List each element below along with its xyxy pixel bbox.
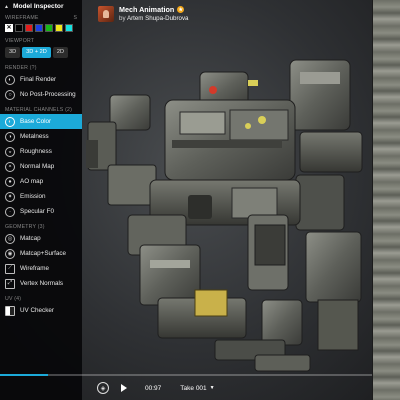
final-render-icon: ◐ — [5, 74, 15, 85]
inspector-title: Model Inspector — [12, 3, 64, 10]
animation-controls: ◈ 00:97 Take 001 ▼ — [82, 376, 372, 400]
mode-final-render[interactable]: ◐ Final Render — [0, 72, 82, 87]
author-avatar[interactable] — [98, 5, 114, 22]
byline-prefix: by — [119, 15, 126, 22]
uv-checker-icon — [5, 305, 15, 316]
ao-map-icon: ● — [5, 176, 15, 187]
mode-label: Roughness — [20, 148, 52, 155]
swatch-blue[interactable] — [35, 23, 43, 32]
wireframe-row: WIREFRAME S — [0, 13, 82, 22]
matcap-surface-icon: ◉ — [5, 248, 15, 259]
swatch-black[interactable] — [15, 23, 23, 32]
mode-label: Metalness — [20, 133, 49, 140]
render-label: RENDER (?) — [5, 64, 37, 71]
mode-ao-map[interactable]: ● AO map — [0, 174, 82, 189]
wireframe-label: WIREFRAME — [5, 14, 39, 21]
animation-time: 00:97 — [145, 384, 162, 392]
wireframe-color-swatches: ✕ — [0, 22, 82, 33]
swatch-red[interactable] — [25, 23, 33, 32]
collapse-caret-icon[interactable]: ▲ — [4, 4, 9, 10]
viewport-label: VIEWPORT — [5, 37, 35, 44]
swatch-cyan[interactable] — [65, 23, 73, 32]
material-channels-label: MATERIAL CHANNELS (2) — [5, 106, 73, 113]
take-selector[interactable]: Take 001 ▼ — [180, 385, 214, 392]
mode-matcap[interactable]: ◎ Matcap — [0, 231, 82, 246]
mode-label: Matcap — [20, 235, 41, 242]
mode-label: AO map — [20, 178, 44, 185]
metalness-icon: ◑ — [5, 131, 15, 142]
mode-wireframe[interactable]: ⟋ Wireframe — [0, 261, 82, 276]
wireframe-count: S — [73, 14, 77, 21]
viewport-3d-button[interactable]: 3D — [5, 46, 21, 58]
mode-specular-f0[interactable]: · Specular F0 — [0, 204, 82, 219]
mode-uv-checker[interactable]: UV Checker — [0, 303, 82, 318]
normal-map-icon: ◓ — [5, 161, 15, 172]
mode-roughness[interactable]: ◒ Roughness — [0, 144, 82, 159]
mode-label: No Post-Processing — [20, 91, 76, 98]
chevron-down-icon: ▼ — [209, 385, 215, 391]
play-icon[interactable] — [121, 384, 127, 392]
mode-label: Wireframe — [20, 265, 50, 272]
take-label: Take 001 — [180, 384, 207, 392]
uv-label: UV (4) — [5, 295, 22, 302]
mode-label: Emission — [20, 193, 46, 200]
pro-badge-icon: ★ — [177, 6, 185, 13]
mode-metalness[interactable]: ◑ Metalness — [0, 129, 82, 144]
vertex-normals-icon: ⤢ — [5, 278, 15, 289]
viewport-3d-2d-button[interactable]: 3D + 2D — [22, 46, 51, 58]
mode-label: UV Checker — [20, 307, 54, 314]
timeline-progress — [0, 374, 49, 376]
specular-icon: · — [5, 206, 15, 217]
model-byline: by Artem Shupa-Dubrova — [119, 15, 189, 22]
model-header: Mech Animation ★ by Artem Shupa-Dubrova — [98, 5, 189, 22]
model-title[interactable]: Mech Animation — [119, 5, 174, 14]
mode-label: Specular F0 — [20, 208, 54, 215]
mode-no-post-processing[interactable]: ○ No Post-Processing — [0, 87, 82, 102]
inspector-header[interactable]: ▲ Model Inspector — [0, 0, 82, 13]
base-color-icon: ◐ — [5, 116, 15, 127]
model-inspector-panel: ▲ Model Inspector WIREFRAME S ✕ VIEWPORT… — [0, 0, 82, 400]
swatch-yellow[interactable] — [55, 23, 63, 32]
wireframe-icon: ⟋ — [5, 263, 15, 274]
no-post-processing-icon: ○ — [5, 89, 15, 100]
geometry-label: GEOMETRY (3) — [5, 223, 45, 230]
viewport-toggle: 3D 3D + 2D 2D — [0, 45, 82, 59]
mode-matcap-surface[interactable]: ◉ Matcap+Surface — [0, 246, 82, 261]
swatch-green[interactable] — [45, 23, 53, 32]
author-link[interactable]: Artem Shupa-Dubrova — [127, 15, 189, 22]
mode-base-color[interactable]: ◐ Base Color — [0, 114, 82, 129]
mode-label: Normal Map — [20, 163, 55, 170]
mode-label: Matcap+Surface — [20, 250, 67, 257]
mode-vertex-normals[interactable]: ⤢ Vertex Normals — [0, 276, 82, 291]
mode-normal-map[interactable]: ◓ Normal Map — [0, 159, 82, 174]
mode-emission[interactable]: ✦ Emission — [0, 189, 82, 204]
roughness-icon: ◒ — [5, 146, 15, 157]
mode-label: Vertex Normals — [20, 280, 64, 287]
swatch-white[interactable]: ✕ — [5, 23, 13, 32]
mode-label: Final Render — [20, 76, 57, 83]
model-inspector-toggle-icon[interactable]: ◈ — [97, 382, 109, 394]
matcap-icon: ◎ — [5, 233, 15, 244]
viewport-2d-button[interactable]: 2D — [52, 46, 68, 58]
mode-label: Base Color — [20, 118, 52, 125]
background-wall — [372, 0, 400, 400]
emission-icon: ✦ — [5, 191, 15, 202]
